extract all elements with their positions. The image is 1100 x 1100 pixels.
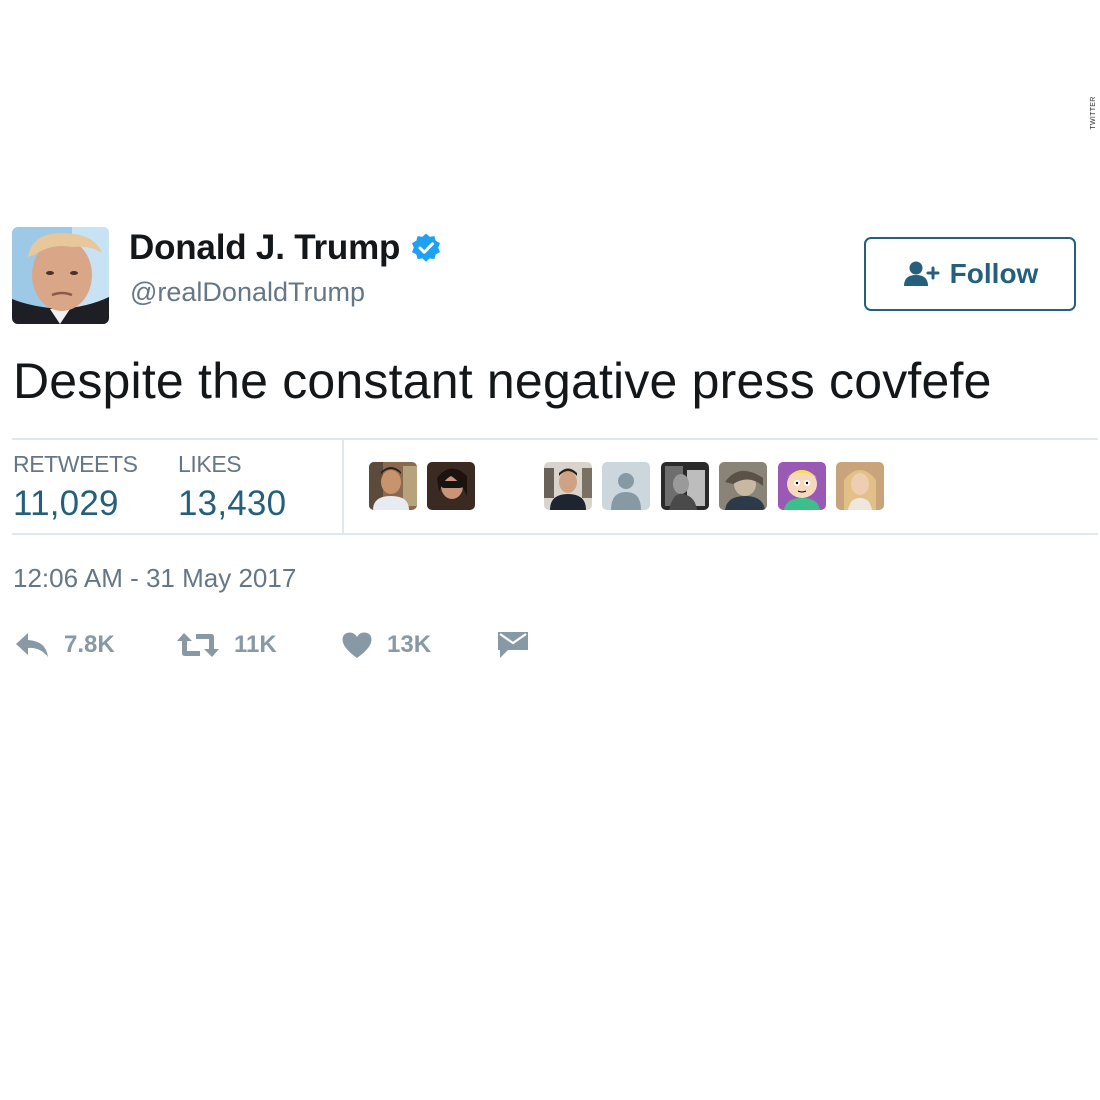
reply-count: 7.8K bbox=[64, 631, 115, 658]
liker-avatar[interactable] bbox=[778, 462, 826, 510]
like-button[interactable]: 13K bbox=[341, 625, 431, 665]
likes-value: 13,430 bbox=[178, 484, 287, 523]
default-avatar-icon bbox=[602, 462, 650, 510]
image-credit: TWITTER bbox=[1089, 96, 1097, 130]
envelope-icon bbox=[496, 630, 530, 660]
like-count: 13K bbox=[387, 631, 432, 658]
user-name-row: Donald J. Trump bbox=[129, 228, 442, 268]
user-handle[interactable]: @realDonaldTrump bbox=[130, 277, 365, 308]
cartoon-avatar-icon bbox=[778, 462, 826, 510]
retweet-icon bbox=[176, 631, 220, 659]
reply-button[interactable]: 7.8K bbox=[14, 625, 115, 665]
reply-icon bbox=[14, 631, 50, 659]
liker-avatar[interactable] bbox=[544, 462, 592, 510]
user-photo-icon bbox=[427, 462, 475, 510]
add-user-icon bbox=[902, 260, 940, 288]
user-photo-icon bbox=[544, 462, 592, 510]
user-photo-icon bbox=[661, 462, 709, 510]
follow-button-label: Follow bbox=[949, 258, 1039, 289]
retweets-stat[interactable]: RETWEETS 11,029 bbox=[13, 451, 138, 524]
liker-avatar[interactable] bbox=[661, 462, 709, 510]
tweet-text: Despite the constant negative press covf… bbox=[13, 353, 992, 409]
verified-badge-icon bbox=[410, 232, 442, 264]
retweet-button[interactable]: 11K bbox=[176, 625, 277, 665]
retweets-value: 11,029 bbox=[13, 484, 119, 523]
liker-avatar[interactable] bbox=[602, 462, 650, 510]
stats-vertical-divider bbox=[342, 440, 344, 533]
liker-avatar[interactable] bbox=[369, 462, 417, 510]
liker-avatar[interactable] bbox=[836, 462, 884, 510]
retweet-count: 11K bbox=[234, 631, 277, 658]
heart-icon bbox=[341, 631, 373, 659]
likes-stat[interactable]: LIKES 13,430 bbox=[178, 451, 286, 524]
liker-avatar[interactable] bbox=[719, 462, 767, 510]
tweet-timestamp[interactable]: 12:06 AM - 31 May 2017 bbox=[13, 563, 296, 594]
user-display-name[interactable]: Donald J. Trump bbox=[129, 228, 400, 268]
retweets-label: RETWEETS bbox=[13, 451, 138, 477]
user-photo-icon bbox=[836, 462, 884, 510]
profile-avatar[interactable] bbox=[12, 227, 109, 324]
user-photo-icon bbox=[369, 462, 417, 510]
user-photo-icon bbox=[719, 462, 767, 510]
direct-message-button[interactable] bbox=[496, 625, 530, 665]
follow-button[interactable]: Follow bbox=[864, 237, 1076, 311]
stats-divider-top bbox=[12, 438, 1098, 440]
likes-label: LIKES bbox=[178, 451, 242, 477]
liker-avatar[interactable] bbox=[427, 462, 475, 510]
profile-photo-icon bbox=[12, 227, 109, 324]
stats-divider-bottom bbox=[12, 533, 1098, 535]
